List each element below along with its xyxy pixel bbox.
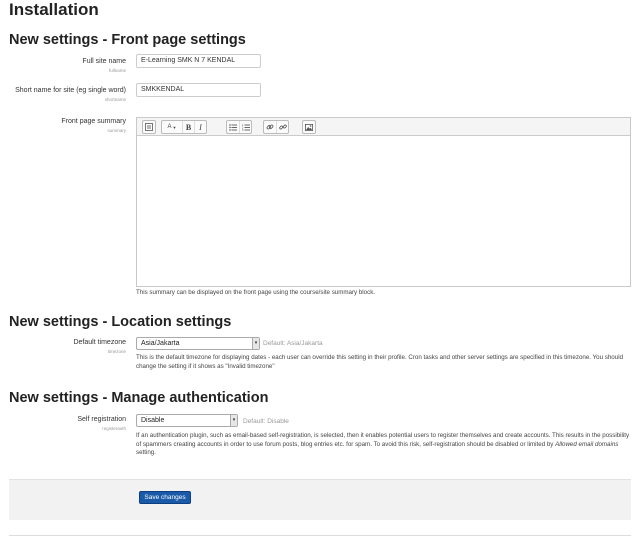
link-icon[interactable]: [264, 121, 276, 133]
bold-icon[interactable]: B: [182, 121, 194, 133]
summary-editor-content[interactable]: [137, 136, 630, 286]
registration-default: Default: Disable: [243, 418, 289, 425]
timezone-default: Default: Asia/Jakarta: [263, 340, 323, 347]
collapse-icon[interactable]: [143, 121, 155, 133]
chevron-down-icon: ▼: [172, 124, 177, 130]
registration-help: If an authentication plugin, such as ema…: [136, 432, 631, 458]
shortname-input[interactable]: SMKKENDAL: [136, 83, 261, 97]
shortname-label: Short name for site (eg single word): [15, 87, 126, 94]
registration-key: registerauth: [102, 426, 126, 431]
toolbar-group-lists: 123: [226, 120, 252, 134]
timezone-label: Default timezone: [73, 339, 126, 346]
shortname-key: shortname: [104, 97, 126, 102]
registration-label: Self registration: [77, 416, 126, 423]
toolbar-group-image: [302, 120, 316, 134]
timezone-help: This is the default timezone for display…: [136, 354, 624, 370]
chevron-down-icon: ▾: [230, 415, 237, 426]
editor-toolbar: A ▼ B I 123: [137, 118, 630, 136]
divider: [9, 535, 631, 536]
font-style-glyph: A: [167, 124, 172, 130]
section-heading-location: New settings - Location settings: [9, 314, 232, 330]
chevron-down-icon: ▾: [252, 338, 259, 349]
summary-key: summary: [107, 128, 126, 133]
summary-label: Front page summary: [61, 118, 126, 125]
registration-help-suffix: setting.: [136, 449, 156, 457]
fullname-label: Full site name: [82, 58, 126, 65]
allowed-email-domains-setting: Allowed email domains: [555, 440, 619, 448]
section-heading-front-page: New settings - Front page settings: [9, 32, 246, 48]
unlink-icon[interactable]: [276, 121, 288, 133]
unordered-list-icon[interactable]: [227, 121, 239, 133]
fullname-key: fullname: [108, 68, 126, 73]
page-title: Installation: [9, 0, 99, 19]
registration-select[interactable]: Disable ▾: [136, 414, 238, 427]
ordered-list-icon[interactable]: 123: [239, 121, 251, 133]
toolbar-group-text: A ▼ B I: [161, 120, 207, 134]
italic-icon[interactable]: I: [194, 121, 206, 133]
form-footer: [9, 479, 631, 520]
timezone-select-value: Asia/Jakarta: [141, 340, 180, 347]
summary-editor: A ▼ B I 123: [136, 117, 631, 287]
fullname-input[interactable]: E-Learning SMK N 7 KENDAL: [136, 54, 261, 68]
registration-select-value: Disable: [141, 417, 165, 424]
toolbar-group-links: [263, 120, 289, 134]
image-icon[interactable]: [303, 121, 315, 133]
svg-text:3: 3: [242, 129, 244, 131]
timezone-key: timezone: [107, 349, 126, 354]
toolbar-group-collapse: [142, 120, 156, 134]
summary-help: This summary can be displayed on the fro…: [136, 289, 376, 296]
timezone-select[interactable]: Asia/Jakarta ▾: [136, 337, 260, 350]
font-style-icon[interactable]: A ▼: [162, 121, 182, 133]
section-heading-authentication: New settings - Manage authentication: [9, 390, 269, 406]
save-changes-button[interactable]: Save changes: [139, 491, 191, 504]
